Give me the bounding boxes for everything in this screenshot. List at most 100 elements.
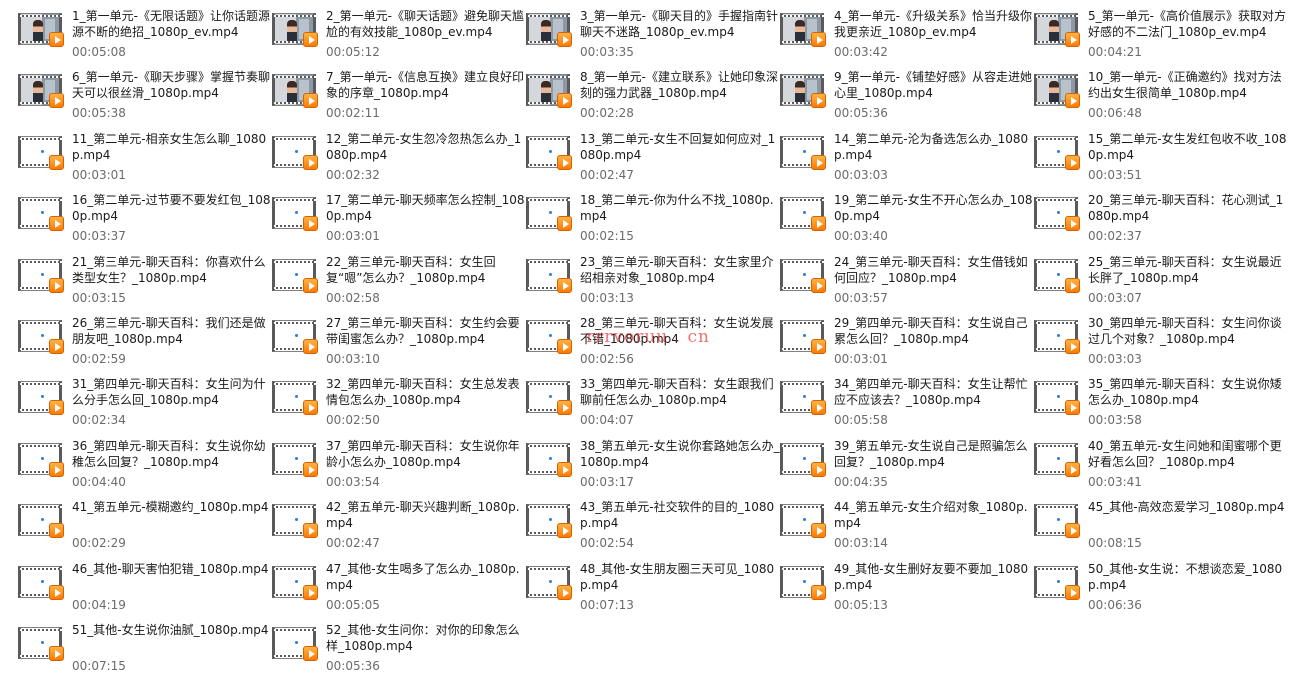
- file-item[interactable]: 29_第四单元-聊天百科：女生说自己累怎么回？_1080p.mp4 00:03:0…: [780, 315, 1034, 373]
- file-item[interactable]: 39_第五单元-女生说自己是照骗怎么回复？_1080p.mp4 00:04:35: [780, 438, 1034, 496]
- file-name: 6_第一单元-《聊天步骤》掌握节奏聊天可以很丝滑_1080p.mp4: [72, 70, 270, 101]
- file-name: 3_第一单元-《聊天目的》手握指南针聊天不迷路_1080p_ev.mp4: [580, 9, 778, 39]
- play-badge-icon: [557, 339, 572, 354]
- video-thumbnail-icon: [1034, 13, 1082, 47]
- play-badge-icon: [303, 339, 318, 354]
- file-item[interactable]: 30_第四单元-聊天百科：女生问你谈过几个对象？_1080p.mp4 00:03:…: [1034, 315, 1288, 373]
- file-duration: 00:05:13: [834, 597, 888, 612]
- video-thumbnail-icon: [18, 627, 66, 661]
- file-duration: 00:02:28: [580, 106, 634, 121]
- file-item[interactable]: 5_第一单元-《高价值展示》获取对方好感的不二法门_1080p_ev.mp4 00…: [1034, 8, 1288, 66]
- file-item[interactable]: 33_第四单元-聊天百科：女生跟我们聊前任怎么办_1080p.mp4 00:04:…: [526, 376, 780, 434]
- file-duration: 00:05:08: [72, 45, 126, 59]
- file-name: 23_第三单元-聊天百科：女生家里介绍相亲对象_1080p.mp4: [580, 254, 774, 285]
- file-item[interactable]: 49_其他-女生删好友要不要加_1080p.mp4 00:05:13: [780, 561, 1034, 619]
- file-item[interactable]: 31_第四单元-聊天百科：女生问为什么分手怎么回_1080p.mp4 00:02:…: [18, 376, 272, 434]
- file-item[interactable]: 21_第三单元-聊天百科：你喜欢什么类型女生？_1080p.mp4 00:03:1…: [18, 254, 272, 312]
- video-thumbnail-icon: [272, 197, 320, 232]
- file-duration: 00:06:48: [1088, 106, 1142, 121]
- play-badge-icon: [303, 646, 318, 661]
- file-item[interactable]: 46_其他-聊天害怕犯错_1080p.mp4 00:04:19: [18, 561, 272, 619]
- play-badge-icon: [1065, 461, 1080, 477]
- file-item[interactable]: 48_其他-女生朋友圈三天可见_1080p.mp4 00:07:13: [526, 561, 780, 619]
- file-name: 44_第五单元-女生介绍对象_1080p.mp4: [834, 500, 1028, 531]
- file-item[interactable]: 17_第二单元-聊天频率怎么控制_1080p.mp4 00:03:01: [272, 192, 526, 250]
- file-duration: 00:03:41: [1088, 474, 1142, 489]
- file-item[interactable]: 23_第三单元-聊天百科：女生家里介绍相亲对象_1080p.mp4 00:03:1…: [526, 254, 780, 312]
- file-item[interactable]: 15_第二单元-女生发红包收不收_1080p.mp4 00:03:51: [1034, 131, 1288, 189]
- file-name: 22_第三单元-聊天百科：女生回复“嗯”怎么办？_1080p.mp4: [326, 254, 496, 285]
- file-item[interactable]: 26_第三单元-聊天百科：我们还是做朋友吧_1080p.mp4 00:02:59: [18, 315, 272, 373]
- file-item[interactable]: 37_第四单元-聊天百科：女生说你年龄小怎么办_1080p.mp4 00:03:5…: [272, 438, 526, 496]
- video-thumbnail-icon: [1034, 381, 1082, 416]
- file-item[interactable]: 7_第一单元-《信息互换》建立良好印象的序章_1080p.mp4 00:02:11: [272, 69, 526, 127]
- file-item[interactable]: 52_其他-女生问你：对你的印象怎么样_1080p.mp4 00:05:36: [272, 622, 526, 680]
- play-badge-icon: [1065, 277, 1080, 293]
- file-item[interactable]: 45_其他-高效恋爱学习_1080p.mp4 00:08:15: [1034, 499, 1288, 557]
- file-item[interactable]: 51_其他-女生说你油腻_1080p.mp4 00:07:15: [18, 622, 272, 680]
- file-item[interactable]: 34_第四单元-聊天百科：女生让帮忙应不应该去？_1080p.mp4 00:05:…: [780, 376, 1034, 434]
- file-item[interactable]: 22_第三单元-聊天百科：女生回复“嗯”怎么办？_1080p.mp4 00:02:…: [272, 254, 526, 312]
- play-badge-icon: [303, 400, 318, 416]
- file-item[interactable]: 24_第三单元-聊天百科：女生借钱如何回应？_1080p.mp4 00:03:57: [780, 254, 1034, 312]
- file-name: 50_其他-女生说：不想谈恋爱_1080p.mp4: [1088, 561, 1283, 592]
- file-item[interactable]: 41_第五单元-模糊邀约_1080p.mp4 00:02:29: [18, 499, 272, 557]
- play-badge-icon: [557, 277, 572, 293]
- file-duration: 00:05:38: [72, 106, 126, 121]
- file-item[interactable]: 32_第四单元-聊天百科：女生总发表情包怎么办_1080p.mp4 00:02:5…: [272, 376, 526, 434]
- file-item[interactable]: 35_第四单元-聊天百科：女生说你矮怎么办_1080p.mp4 00:03:58: [1034, 376, 1288, 434]
- file-item[interactable]: 47_其他-女生喝多了怎么办_1080p.mp4 00:05:05: [272, 561, 526, 619]
- file-item[interactable]: 14_第二单元-沦为备选怎么办_1080p.mp4 00:03:03: [780, 131, 1034, 189]
- file-duration: 00:02:50: [326, 413, 380, 428]
- file-item[interactable]: 25_第三单元-聊天百科：女生说最近长胖了_1080p.mp4 00:03:07: [1034, 254, 1288, 312]
- file-item[interactable]: 19_第二单元-女生不开心怎么办_1080p.mp4 00:03:40: [780, 192, 1034, 250]
- file-item[interactable]: 20_第三单元-聊天百科：花心测试_1080p.mp4 00:02:37: [1034, 192, 1288, 250]
- video-thumbnail-icon: [526, 13, 574, 47]
- file-item[interactable]: 50_其他-女生说：不想谈恋爱_1080p.mp4 00:06:36: [1034, 561, 1288, 619]
- video-thumbnail-icon: [272, 320, 320, 354]
- file-item[interactable]: 40_第五单元-女生问她和闺蜜哪个更好看怎么回？_1080p.mp4 00:03:…: [1034, 438, 1288, 496]
- play-badge-icon: [49, 523, 64, 539]
- file-item[interactable]: 27_第三单元-聊天百科：女生约会要带闺蜜怎么办？_1080p.mp4 00:03…: [272, 315, 526, 373]
- file-duration: 00:02:58: [326, 290, 380, 305]
- file-item[interactable]: 11_第二单元-相亲女生怎么聊_1080p.mp4 00:03:01: [18, 131, 272, 189]
- file-name: 13_第二单元-女生不回复如何应对_1080p.mp4: [580, 131, 776, 162]
- file-item[interactable]: 18_第二单元-你为什么不找_1080p.mp4 00:02:15: [526, 192, 780, 250]
- play-badge-icon: [557, 32, 572, 47]
- file-item[interactable]: 2_第一单元-《聊天话题》避免聊天尴尬的有效技能_1080p_ev.mp4 00:…: [272, 8, 526, 66]
- video-thumbnail-icon: [526, 135, 574, 170]
- file-item[interactable]: 28_第三单元-聊天百科：女生说发展不错_1080p.mp4 00:02:56: [526, 315, 780, 373]
- file-item[interactable]: 6_第一单元-《聊天步骤》掌握节奏聊天可以很丝滑_1080p.mp4 00:05:…: [18, 69, 272, 127]
- file-item[interactable]: 9_第一单元-《铺垫好感》从容走进她心里_1080p.mp4 00:05:36: [780, 69, 1034, 127]
- file-item[interactable]: 16_第二单元-过节要不要发红包_1080p.mp4 00:03:37: [18, 192, 272, 250]
- video-thumbnail-icon: [780, 74, 828, 109]
- file-item[interactable]: 3_第一单元-《聊天目的》手握指南针聊天不迷路_1080p_ev.mp4 00:0…: [526, 8, 780, 66]
- file-item[interactable]: 4_第一单元-《升级关系》恰当升级你我更亲近_1080p_ev.mp4 00:03…: [780, 8, 1034, 66]
- file-item[interactable]: 1_第一单元-《无限话题》让你话题源源不断的绝招_1080p_ev.mp4 00:…: [18, 8, 272, 66]
- play-badge-icon: [811, 154, 826, 170]
- file-name: 1_第一单元-《无限话题》让你话题源源不断的绝招_1080p_ev.mp4: [72, 9, 270, 39]
- video-thumbnail-icon: [272, 627, 320, 661]
- file-item[interactable]: 44_第五单元-女生介绍对象_1080p.mp4 00:03:14: [780, 499, 1034, 557]
- file-item[interactable]: 42_第五单元-聊天兴趣判断_1080p.mp4 00:02:47: [272, 499, 526, 557]
- file-item[interactable]: 8_第一单元-《建立联系》让她印象深刻的强力武器_1080p.mp4 00:02:…: [526, 69, 780, 127]
- file-duration: 00:03:35: [580, 45, 634, 59]
- file-item[interactable]: 43_第五单元-社交软件的目的_1080p.mp4 00:02:54: [526, 499, 780, 557]
- file-name: 27_第三单元-聊天百科：女生约会要带闺蜜怎么办？_1080p.mp4: [326, 316, 520, 346]
- play-badge-icon: [1065, 154, 1080, 170]
- play-badge-icon: [1065, 93, 1080, 109]
- file-item[interactable]: 10_第一单元-《正确邀约》找对方法约出女生很简单_1080p.mp4 00:06…: [1034, 69, 1288, 127]
- video-thumbnail-icon: [272, 13, 320, 47]
- video-thumbnail-icon: [1034, 442, 1082, 477]
- file-name: 33_第四单元-聊天百科：女生跟我们聊前任怎么办_1080p.mp4: [580, 377, 774, 408]
- file-item[interactable]: 36_第四单元-聊天百科：女生说你幼稚怎么回复？_1080p.mp4 00:04:…: [18, 438, 272, 496]
- play-badge-icon: [49, 32, 64, 47]
- file-name: 46_其他-聊天害怕犯错_1080p.mp4: [72, 561, 269, 576]
- file-duration: 00:02:54: [580, 536, 634, 551]
- video-thumbnail-icon: [526, 381, 574, 416]
- file-item[interactable]: 38_第五单元-女生说你套路她怎么办_1080p.mp4 00:03:17: [526, 438, 780, 496]
- file-item[interactable]: 13_第二单元-女生不回复如何应对_1080p.mp4 00:02:47: [526, 131, 780, 189]
- file-item[interactable]: 12_第二单元-女生忽冷忽热怎么办_1080p.mp4 00:02:32: [272, 131, 526, 189]
- play-badge-icon: [1065, 339, 1080, 354]
- file-name: 40_第五单元-女生问她和闺蜜哪个更好看怎么回？_1080p.mp4: [1088, 438, 1282, 469]
